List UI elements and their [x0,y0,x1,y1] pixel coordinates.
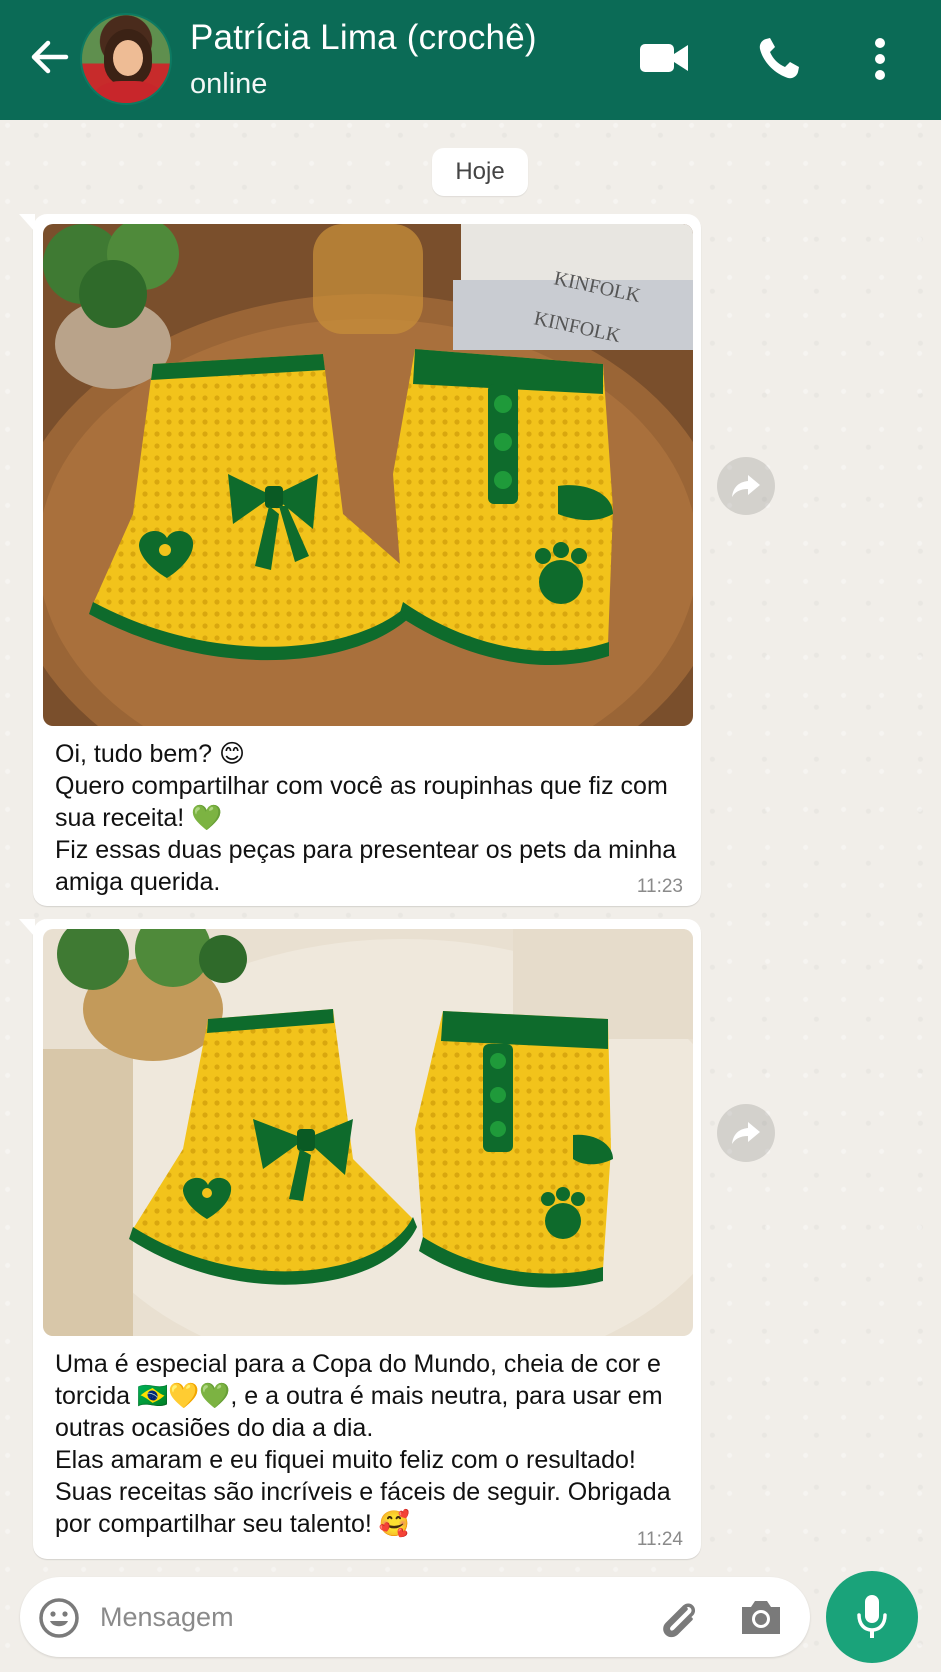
more-options-icon[interactable] [870,36,890,82]
message-photo[interactable] [43,929,693,1336]
message-text: Oi, tudo bem? 😊 Quero compartilhar com v… [55,740,677,896]
message-text: Uma é especial para a Copa do Mundo, che… [55,1350,671,1538]
forward-icon [732,475,760,497]
message-bubble[interactable]: KINFOLK KINFOLK Oi, tudo bem? 😊 Quero co… [19,214,701,906]
contact-status: online [190,68,268,100]
forward-icon [732,1122,760,1144]
back-arrow-icon[interactable] [26,34,72,80]
contact-name[interactable]: Patrícia Lima (crochê) [190,18,537,58]
camera-icon[interactable] [738,1597,784,1637]
forward-button[interactable] [717,1104,775,1162]
message-time: 11:23 [636,876,683,897]
message-photo[interactable]: KINFOLK KINFOLK [43,224,693,726]
message-input[interactable] [100,1591,620,1643]
message-bubble[interactable]: Uma é especial para a Copa do Mundo, che… [19,919,701,1559]
mic-icon [857,1595,887,1638]
contact-avatar[interactable] [80,13,172,105]
message-time: 11:24 [636,1529,683,1550]
date-chip: Hoje [432,148,528,196]
crochet-photo-2 [43,929,693,1336]
phone-icon[interactable] [756,36,802,82]
attach-icon[interactable] [656,1595,702,1641]
message-composer [20,1577,810,1657]
voice-message-button[interactable] [826,1571,918,1663]
emoji-icon[interactable] [38,1597,80,1639]
crochet-photo-1: KINFOLK KINFOLK [43,224,693,726]
video-call-icon[interactable] [638,38,690,78]
chat-header: Patrícia Lima (crochê) online [0,0,941,120]
forward-button[interactable] [717,457,775,515]
